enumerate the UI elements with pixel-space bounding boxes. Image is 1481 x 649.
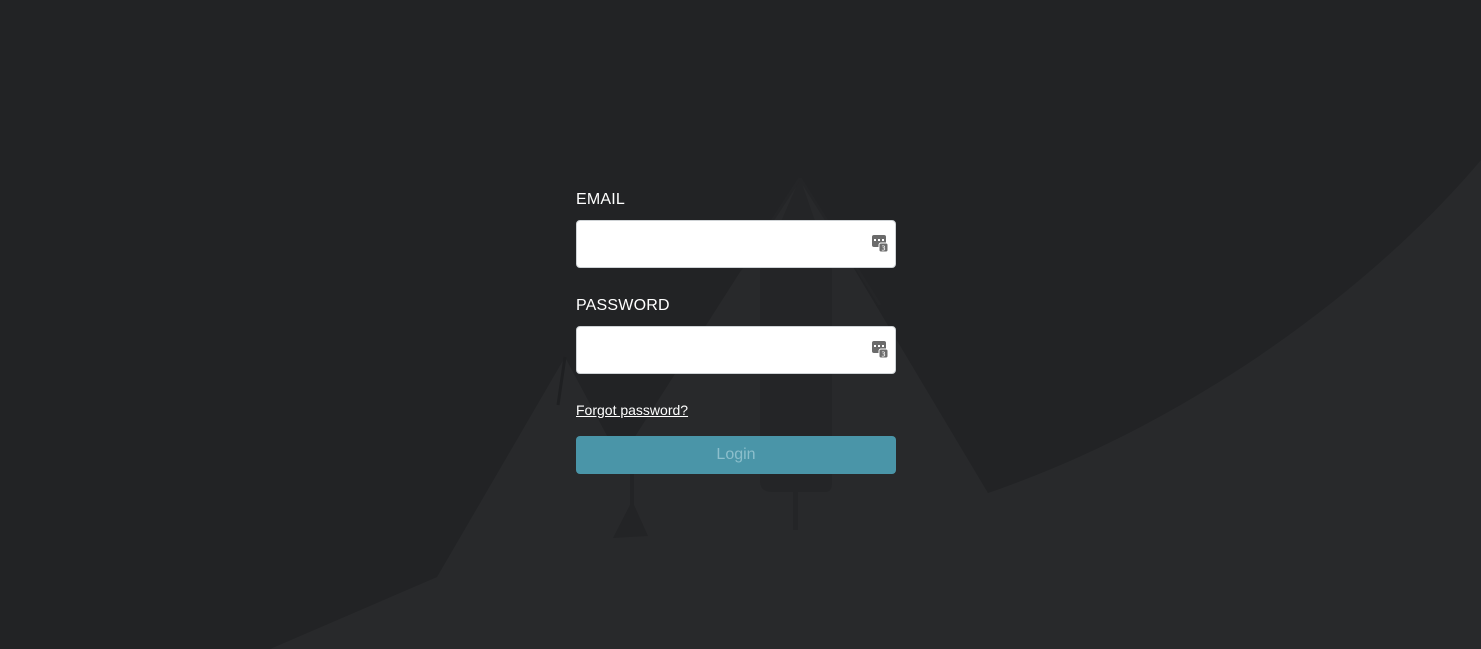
login-button[interactable]: Login [576, 436, 896, 474]
login-form: EMAIL 3 PASSWORD 3 Forgot password? Logi… [576, 190, 896, 474]
forgot-password-link[interactable]: Forgot password? [576, 401, 688, 419]
svg-text:3: 3 [881, 351, 885, 359]
password-field-wrapper: 3 [576, 326, 896, 374]
password-label: PASSWORD [576, 297, 670, 314]
password-input[interactable] [576, 326, 896, 374]
svg-text:3: 3 [881, 245, 885, 253]
password-manager-icon[interactable]: 3 [872, 341, 888, 359]
email-label: EMAIL [576, 191, 626, 208]
password-manager-icon[interactable]: 3 [872, 235, 888, 253]
email-field-wrapper: 3 [576, 220, 896, 268]
email-input[interactable] [576, 220, 896, 268]
